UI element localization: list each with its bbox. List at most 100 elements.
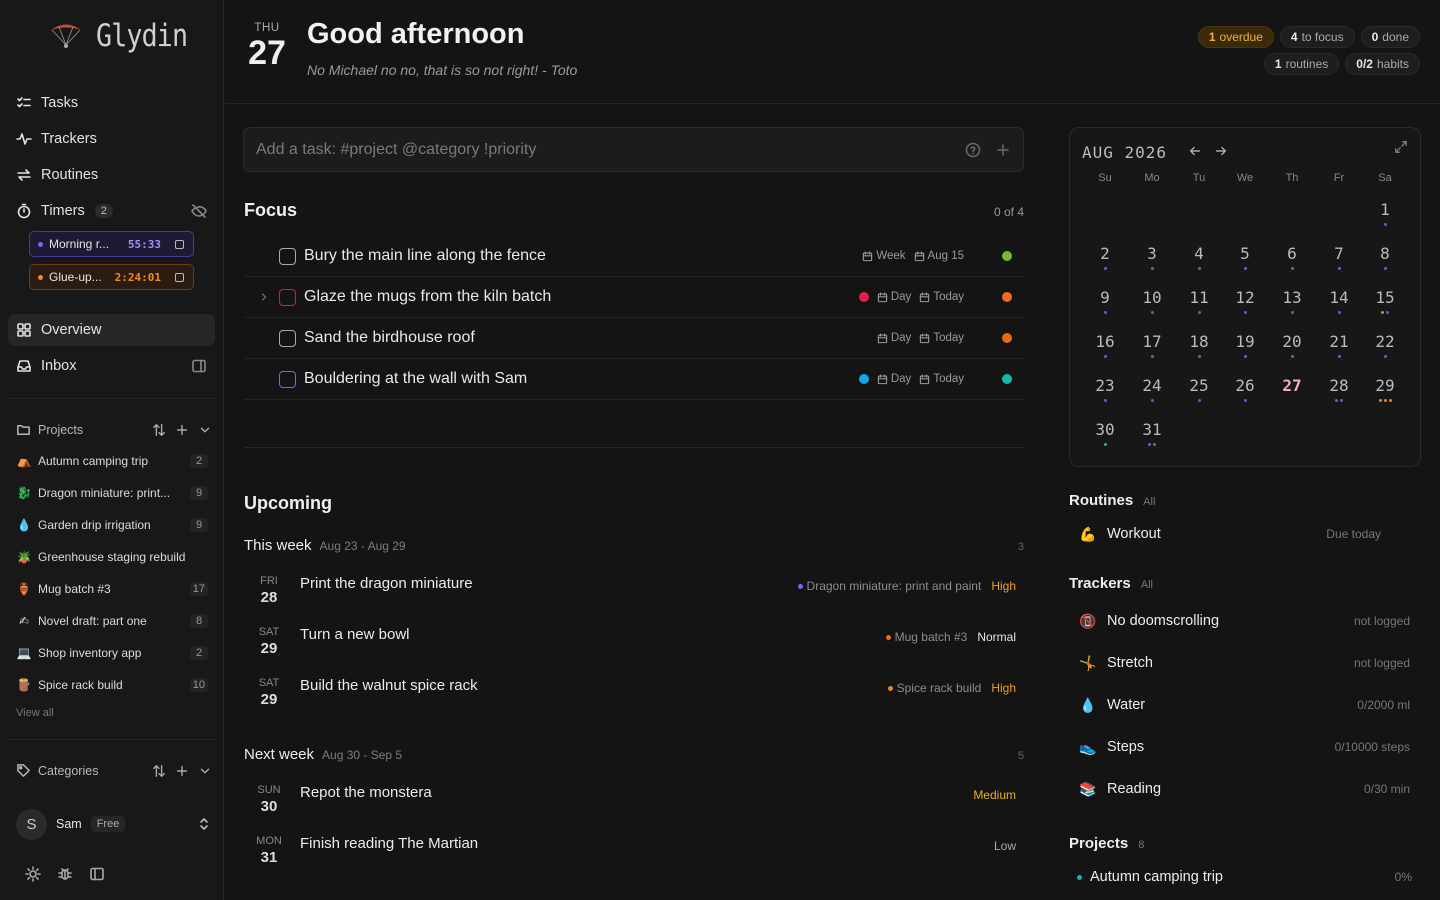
nav-inbox[interactable]: Inbox bbox=[8, 350, 215, 382]
calendar-day[interactable]: 10 bbox=[1132, 288, 1172, 315]
stop-timer-icon[interactable] bbox=[175, 239, 184, 249]
sun-icon[interactable] bbox=[25, 866, 41, 882]
calendar-day[interactable]: 6 bbox=[1272, 244, 1312, 271]
calendar-day[interactable]: 21 bbox=[1319, 332, 1359, 359]
tracker-item[interactable]: 📵 No doomscrolling not logged bbox=[1077, 609, 1410, 633]
nav-routines[interactable]: Routines bbox=[8, 159, 215, 191]
routines-badge[interactable]: 1 routines bbox=[1263, 53, 1340, 75]
chevron-right-icon[interactable] bbox=[258, 291, 270, 303]
task-checkbox[interactable] bbox=[279, 329, 296, 347]
calendar-day[interactable]: 2 bbox=[1085, 244, 1125, 271]
help-circle-icon[interactable] bbox=[965, 142, 981, 158]
calendar-day[interactable]: 19 bbox=[1225, 332, 1265, 359]
arrow-left-icon[interactable] bbox=[1188, 144, 1202, 158]
chevron-down-icon[interactable] bbox=[198, 764, 212, 778]
trackers-all-link[interactable]: All bbox=[1141, 579, 1153, 591]
calendar-day[interactable]: 30 bbox=[1085, 420, 1125, 447]
bug-icon[interactable] bbox=[57, 866, 73, 882]
sort-icon[interactable] bbox=[152, 764, 166, 778]
plus-icon[interactable] bbox=[995, 142, 1011, 158]
sidebar-project-item[interactable]: ✍ Novel draft: part one 8 bbox=[16, 610, 208, 632]
overdue-badge[interactable]: 1 overdue bbox=[1197, 26, 1274, 48]
panel-icon[interactable] bbox=[191, 358, 207, 374]
project-progress-item[interactable]: Autumn camping trip 0% bbox=[1075, 865, 1412, 889]
sidebar-project-item[interactable]: 🐉 Dragon miniature: print... 9 bbox=[16, 482, 208, 504]
calendar-day[interactable]: 24 bbox=[1132, 376, 1172, 403]
stop-timer-icon[interactable] bbox=[175, 272, 184, 282]
calendar-day[interactable]: 26 bbox=[1225, 376, 1265, 403]
plus-icon[interactable] bbox=[175, 423, 189, 437]
calendar-day[interactable]: 23 bbox=[1085, 376, 1125, 403]
calendar-day[interactable]: 3 bbox=[1132, 244, 1172, 271]
timer-item-1[interactable]: Glue-up... 2:24:01 bbox=[29, 264, 194, 290]
calendar-day[interactable]: 11 bbox=[1179, 288, 1219, 315]
calendar-day[interactable]: 27 bbox=[1272, 376, 1312, 403]
calendar-day[interactable]: 9 bbox=[1085, 288, 1125, 315]
calendar-day[interactable]: 5 bbox=[1225, 244, 1265, 271]
user-menu[interactable]: S Sam Free bbox=[16, 808, 212, 840]
nav-tasks[interactable]: Tasks bbox=[8, 87, 215, 119]
routine-item[interactable]: 💪 Workout Due today bbox=[1077, 522, 1381, 546]
calendar-day[interactable]: 18 bbox=[1179, 332, 1219, 359]
habits-badge[interactable]: 0/2 habits bbox=[1345, 53, 1420, 75]
sidebar-project-item[interactable]: 💧 Garden drip irrigation 9 bbox=[16, 514, 208, 536]
nav-trackers[interactable]: Trackers bbox=[8, 123, 215, 155]
eye-off-icon[interactable] bbox=[191, 203, 207, 219]
add-task-input[interactable]: Add a task: #project @category !priority bbox=[243, 127, 1024, 172]
task-checkbox[interactable] bbox=[279, 247, 296, 265]
tracker-item[interactable]: 👟 Steps 0/10000 steps bbox=[1077, 735, 1410, 759]
expand-icon[interactable] bbox=[1394, 140, 1408, 154]
calendar-day[interactable]: 29 bbox=[1365, 376, 1405, 403]
calendar-day[interactable]: 31 bbox=[1132, 420, 1172, 447]
done-badge[interactable]: 0 done bbox=[1360, 26, 1420, 48]
sort-icon[interactable] bbox=[152, 423, 166, 437]
sidebar-project-item[interactable]: 🏺 Mug batch #3 17 bbox=[16, 578, 208, 600]
upcoming-task-row[interactable]: SUN 30 Repot the monstera Medium bbox=[244, 784, 1024, 830]
calendar-day[interactable]: 13 bbox=[1272, 288, 1312, 315]
calendar-day[interactable]: 1 bbox=[1365, 200, 1405, 227]
upcoming-task-row[interactable]: MON 31 Finish reading The Martian Low bbox=[244, 835, 1024, 881]
nav-overview[interactable]: Overview bbox=[8, 314, 215, 346]
chevron-down-icon[interactable] bbox=[198, 423, 212, 437]
focus-task-row[interactable]: Glaze the mugs from the kiln batch Day Tod… bbox=[244, 277, 1024, 318]
routines-all-link[interactable]: All bbox=[1143, 496, 1155, 508]
upcoming-task-row[interactable]: SAT 29 Turn a new bowl Mug batch #3 Normal bbox=[244, 626, 1024, 672]
calendar-day[interactable]: 12 bbox=[1225, 288, 1265, 315]
calendar-day[interactable]: 25 bbox=[1179, 376, 1219, 403]
calendar-day[interactable]: 16 bbox=[1085, 332, 1125, 359]
task-checkbox[interactable] bbox=[279, 288, 296, 306]
plus-icon[interactable] bbox=[175, 764, 189, 778]
nav-timers[interactable]: Timers 2 bbox=[8, 195, 215, 227]
calendar-day[interactable]: 8 bbox=[1365, 244, 1405, 271]
calendar-day[interactable]: 15 bbox=[1365, 288, 1405, 315]
calendar-day[interactable]: 17 bbox=[1132, 332, 1172, 359]
sidebar-project-item[interactable]: ⛺ Autumn camping trip 2 bbox=[16, 450, 208, 472]
tracker-item[interactable]: 📚 Reading 0/30 min bbox=[1077, 777, 1410, 801]
project-tag: Spice rack build bbox=[887, 681, 981, 695]
upcoming-task-row[interactable]: SAT 29 Build the walnut spice rack Spice ra… bbox=[244, 677, 1024, 723]
calendar-day[interactable]: 14 bbox=[1319, 288, 1359, 315]
calendar-day[interactable]: 7 bbox=[1319, 244, 1359, 271]
calendar-day[interactable]: 20 bbox=[1272, 332, 1312, 359]
calendar-day[interactable]: 22 bbox=[1365, 332, 1405, 359]
calendar-icon bbox=[877, 291, 888, 302]
tracker-item[interactable]: 🤸 Stretch not logged bbox=[1077, 651, 1410, 675]
sidebar-project-item[interactable]: 💻 Shop inventory app 2 bbox=[16, 642, 208, 664]
focus-task-row[interactable]: Bury the main line along the fence Week Au… bbox=[244, 236, 1024, 277]
focus-label: to focus bbox=[1301, 30, 1344, 44]
timer-item-0[interactable]: Morning r... 55:33 bbox=[29, 231, 194, 257]
sidebar-project-item[interactable]: 🪴 Greenhouse staging rebuild bbox=[16, 546, 208, 568]
arrow-right-icon[interactable] bbox=[1214, 144, 1228, 158]
upcoming-task-row[interactable]: FRI 28 Print the dragon miniature Dragon mi… bbox=[244, 575, 1024, 621]
calendar-day[interactable]: 28 bbox=[1319, 376, 1359, 403]
focus-badge[interactable]: 4 to focus bbox=[1279, 26, 1355, 48]
app-logo[interactable]: Glydin bbox=[48, 18, 202, 54]
sidebar-toggle-icon[interactable] bbox=[89, 866, 105, 882]
task-checkbox[interactable] bbox=[279, 370, 296, 388]
focus-task-row[interactable]: Sand the birdhouse roof Day Today bbox=[244, 318, 1024, 359]
view-all-link[interactable]: View all bbox=[16, 707, 54, 719]
calendar-day[interactable]: 4 bbox=[1179, 244, 1219, 271]
focus-task-row[interactable]: Bouldering at the wall with Sam Day Today bbox=[244, 359, 1024, 400]
tracker-item[interactable]: 💧 Water 0/2000 ml bbox=[1077, 693, 1410, 717]
sidebar-project-item[interactable]: 🪵 Spice rack build 10 bbox=[16, 674, 208, 696]
